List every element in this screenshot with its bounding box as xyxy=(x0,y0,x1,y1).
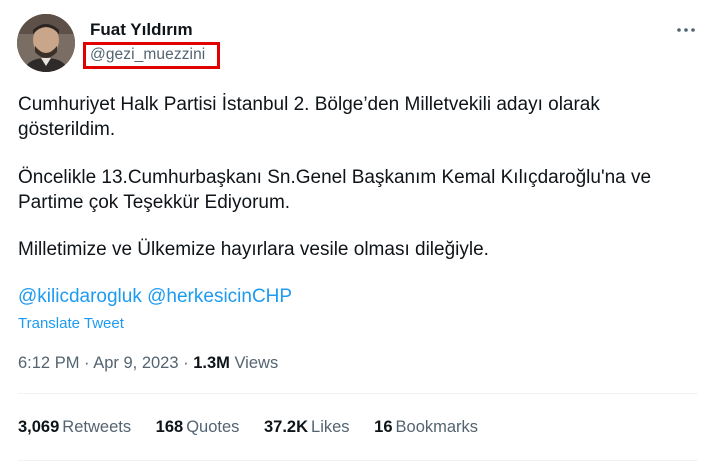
views-count: 1.3M xyxy=(193,354,230,372)
bookmarks-label: Bookmarks xyxy=(395,418,479,436)
quotes-stat[interactable]: 168 Quotes xyxy=(156,418,240,436)
more-horizontal-icon[interactable] xyxy=(674,18,698,42)
retweets-count: 3,069 xyxy=(18,418,60,436)
username-handle[interactable]: @gezi_muezzini xyxy=(90,46,205,64)
tweet-date[interactable]: Apr 9, 2023 xyxy=(93,354,178,372)
mention-link[interactable]: @herkesicinCHP xyxy=(147,286,292,307)
divider xyxy=(18,460,698,461)
retweets-stat[interactable]: 3,069 Retweets xyxy=(18,418,131,436)
bookmarks-stat[interactable]: 16 Bookmarks xyxy=(374,418,478,436)
quotes-label: Quotes xyxy=(186,418,240,436)
quotes-count: 168 xyxy=(155,418,184,436)
meta-separator: · xyxy=(79,354,94,372)
tweet-paragraph: Cumhuriyet Halk Partisi İstanbul 2. Bölg… xyxy=(18,94,600,140)
tweet-time[interactable]: 6:12 PM xyxy=(18,354,79,372)
tweet-paragraph: Öncelikle 13.Cumhurbaşkanı Sn.Genel Başk… xyxy=(18,167,652,213)
views-label: Views xyxy=(229,354,279,372)
mention-link[interactable]: @kilicdarogluk xyxy=(18,286,142,307)
tweet-meta: 6:12 PM · Apr 9, 2023 · 1.3M Views xyxy=(18,354,278,373)
divider xyxy=(18,393,698,394)
avatar[interactable] xyxy=(17,14,75,72)
retweets-label: Retweets xyxy=(62,418,132,436)
likes-stat[interactable]: 37.2K Likes xyxy=(264,418,350,436)
meta-separator: · xyxy=(178,354,194,372)
mentions-line: @kilicdarogluk @herkesicinCHP xyxy=(18,286,292,308)
bookmarks-count: 16 xyxy=(374,418,393,436)
engagement-stats: 3,069 Retweets 168 Quotes 37.2K Likes 16 Boo… xyxy=(18,418,498,437)
translate-tweet-link[interactable]: Translate Tweet xyxy=(18,315,124,332)
display-name[interactable]: Fuat Yıldırım xyxy=(90,20,193,40)
likes-label: Likes xyxy=(311,418,350,436)
avatar-image xyxy=(17,14,75,72)
tweet-paragraph: Milletimize ve Ülkemize hayırlara vesile… xyxy=(18,239,489,260)
likes-count: 37.2K xyxy=(264,418,309,436)
